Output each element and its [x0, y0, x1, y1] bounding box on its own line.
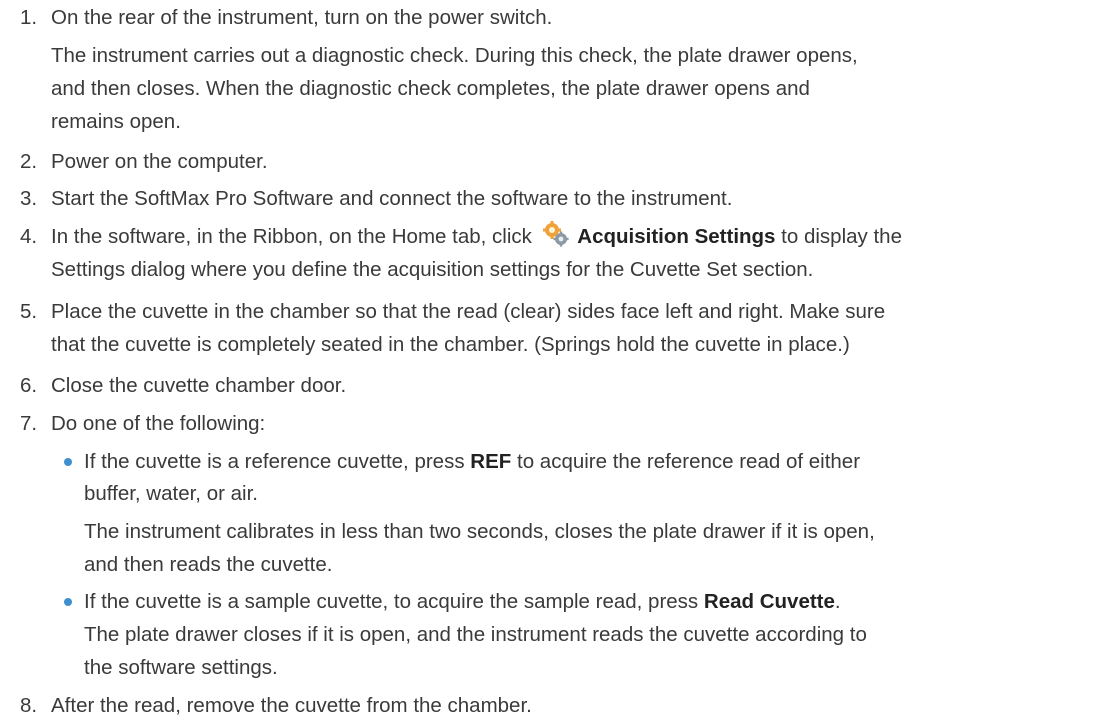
step-number: 7.	[20, 412, 38, 435]
step-number: 8.	[20, 694, 38, 717]
step-text-line-2: Settings dialog where you define the acq…	[51, 258, 814, 281]
bullet-text: If the cuvette is a sample cuvette, to a…	[84, 586, 841, 618]
step-text: On the rear of the instrument, turn on t…	[51, 6, 553, 29]
step-text: In the software, in the Ribbon, on the H…	[51, 221, 902, 253]
bullet-text-end: .	[834, 590, 841, 613]
bullet-dot	[64, 598, 72, 606]
bullet-note-line-2: and then reads the cuvette.	[84, 553, 333, 576]
step-text-line-2: that the cuvette is completely seated in…	[51, 333, 850, 356]
step-text: Start the SoftMax Pro Software and conne…	[51, 187, 733, 210]
step-number: 4.	[20, 225, 38, 248]
step-text-end: to display the	[781, 225, 902, 248]
step-number: 1.	[20, 6, 38, 29]
step-number: 6.	[20, 374, 38, 397]
bullet-text-start: If the cuvette is a reference cuvette, p…	[84, 450, 465, 473]
read-cuvette-key-label: Read Cuvette	[703, 590, 835, 613]
ref-key-label: REF	[470, 450, 512, 473]
step-text: After the read, remove the cuvette from …	[51, 694, 532, 717]
bullet-text-line-2: buffer, water, or air.	[84, 482, 258, 505]
step-number: 5.	[20, 300, 38, 323]
acquisition-settings-gear-icon	[542, 221, 570, 247]
step-note: and then closes. When the diagnostic che…	[51, 77, 810, 100]
step-number: 3.	[20, 187, 38, 210]
step-text: Do one of the following:	[51, 412, 266, 435]
acquisition-settings-label: Acquisition Settings	[577, 225, 776, 248]
procedure-page: 1. On the rear of the instrument, turn o…	[0, 0, 1105, 717]
step-text: Power on the computer.	[51, 150, 268, 173]
step-text: Place the cuvette in the chamber so that…	[51, 300, 886, 323]
step-text: Close the cuvette chamber door.	[51, 374, 347, 397]
bullet-note: The plate drawer closes if it is open, a…	[84, 623, 867, 646]
bullet-dot	[64, 458, 72, 466]
step-text-start: In the software, in the Ribbon, on the H…	[51, 225, 532, 248]
bullet-note-line-2: the software settings.	[84, 656, 278, 679]
step-note: remains open.	[51, 110, 181, 133]
step-note: The instrument carries out a diagnostic …	[51, 44, 858, 67]
step-number: 2.	[20, 150, 38, 173]
bullet-text-end: to acquire the reference read of either	[517, 450, 861, 473]
bullet-note: The instrument calibrates in less than t…	[84, 520, 875, 543]
bullet-text: If the cuvette is a reference cuvette, p…	[84, 446, 860, 478]
bullet-text-start: If the cuvette is a sample cuvette, to a…	[84, 590, 699, 613]
